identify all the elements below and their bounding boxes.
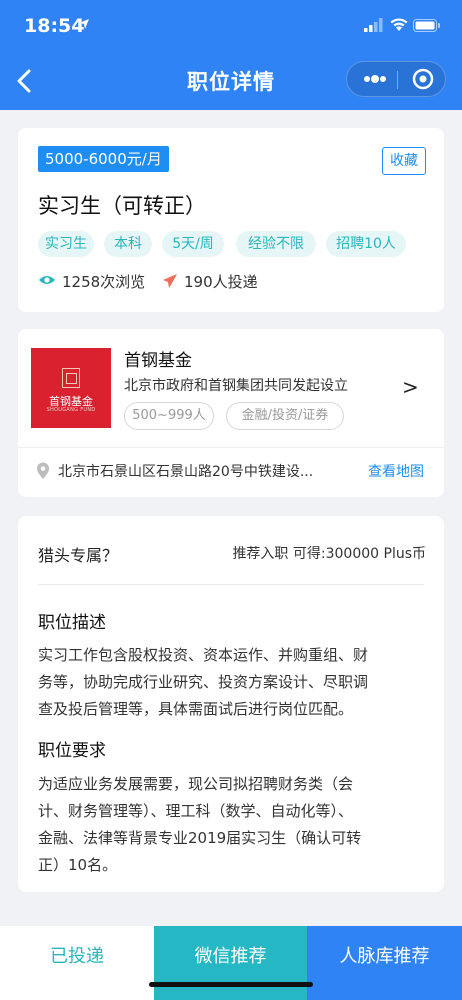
requirements-heading: 职位要求 (38, 741, 106, 761)
chevron-right-icon: > (402, 375, 419, 399)
home-indicator[interactable] (149, 982, 313, 987)
company-name: 首钢基金 (124, 351, 192, 371)
company-tag: 500~999人 (124, 402, 214, 430)
company-description: 北京市政府和首钢集团共同发起设立 (124, 378, 348, 394)
job-tag: 实习生 (38, 231, 94, 257)
divider (38, 584, 424, 585)
job-tag: 经验不限 (236, 231, 316, 257)
requirements-line: 为适应业务发展需要，现公司拟招聘财务类（会 (38, 775, 354, 793)
requirements-line: 正）10名。 (38, 856, 118, 874)
company-tag: 金融/投资/证券 (226, 402, 344, 430)
view-map-link[interactable]: 查看地图 (368, 461, 424, 481)
job-tag: 本科 (104, 231, 152, 257)
requirements-text: 为适应业务发展需要，现公司拟招聘财务类（会 计、财务管理等）、理工科（数学、自动… (38, 771, 430, 879)
description-line: 实习工作包含股权投资、资本运作、并购重组、财 (38, 646, 369, 664)
requirements-line: 计、财务管理等）、理工科（数学、自动化等）、 (38, 802, 354, 820)
application-count: 190人投递 (184, 273, 258, 291)
divider (18, 447, 444, 448)
job-summary-card: 5000-6000元/月 收藏 实习生（可转正） 实习生 本科 5天/周 经验不… (18, 128, 444, 312)
company-card[interactable]: 首钢基金 SHOUGANG FUND 首钢基金 北京市政府和首钢集团共同发起设立… (18, 329, 444, 497)
description-text: 实习工作包含股权投资、资本运作、并购重组、财 务等，协助完成行业研究、投资方案设… (38, 642, 430, 723)
navigation-bar: 职位详情 (0, 52, 462, 110)
salary-badge: 5000-6000元/月 (38, 146, 169, 172)
favorite-button[interactable]: 收藏 (382, 147, 426, 175)
signal-icon (364, 18, 383, 32)
headhunter-exclusive-label[interactable]: 猎头专属？ (38, 542, 118, 566)
job-tag: 5天/周 (162, 231, 224, 257)
description-heading: 职位描述 (38, 613, 106, 633)
status-time: 18:54 (24, 15, 85, 37)
company-address: 北京市石景山区石景山路20号中铁建设... (58, 464, 314, 480)
referral-reward: 推荐入职 可得:300000 Plus币 (232, 546, 426, 562)
paper-plane-icon (163, 274, 177, 288)
requirements-line: 金融、法律等背景专业2019届实习生（确认可转 (38, 829, 362, 847)
job-title: 实习生（可转正） (38, 194, 206, 218)
header: 18:54 职位详情 (0, 0, 462, 110)
bottom-action-bar: 已投递 微信推荐 人脉库推荐 (0, 926, 462, 1000)
job-details-card: 猎头专属？ 推荐入职 可得:300000 Plus币 职位描述 实习工作包含股权… (18, 516, 444, 892)
description-line: 查及投后管理等，具体需面试后进行岗位匹配。 (38, 700, 354, 718)
description-line: 务等，协助完成行业研究、投资方案设计、尽职调 (38, 673, 369, 691)
logo-seal-icon (62, 368, 80, 388)
location-pin-icon (37, 462, 49, 479)
close-miniprogram-icon[interactable] (407, 66, 439, 92)
company-logo: 首钢基金 SHOUGANG FUND (31, 348, 111, 428)
wifi-icon (390, 18, 408, 31)
wechat-recommend-button[interactable]: 微信推荐 (154, 926, 307, 1000)
location-arrow-icon (79, 19, 89, 29)
logo-subtext: SHOUGANG FUND (46, 407, 96, 413)
applied-button[interactable]: 已投递 (0, 926, 154, 1000)
network-recommend-button[interactable]: 人脉库推荐 (307, 926, 462, 1000)
view-count: 1258次浏览 (62, 273, 146, 291)
more-icon[interactable] (355, 66, 395, 92)
status-bar: 18:54 (0, 0, 462, 52)
job-tag: 招聘10人 (326, 231, 406, 257)
miniprogram-capsule (346, 61, 446, 97)
eye-icon (39, 276, 55, 284)
battery-icon (413, 19, 440, 32)
capsule-divider (397, 71, 398, 89)
